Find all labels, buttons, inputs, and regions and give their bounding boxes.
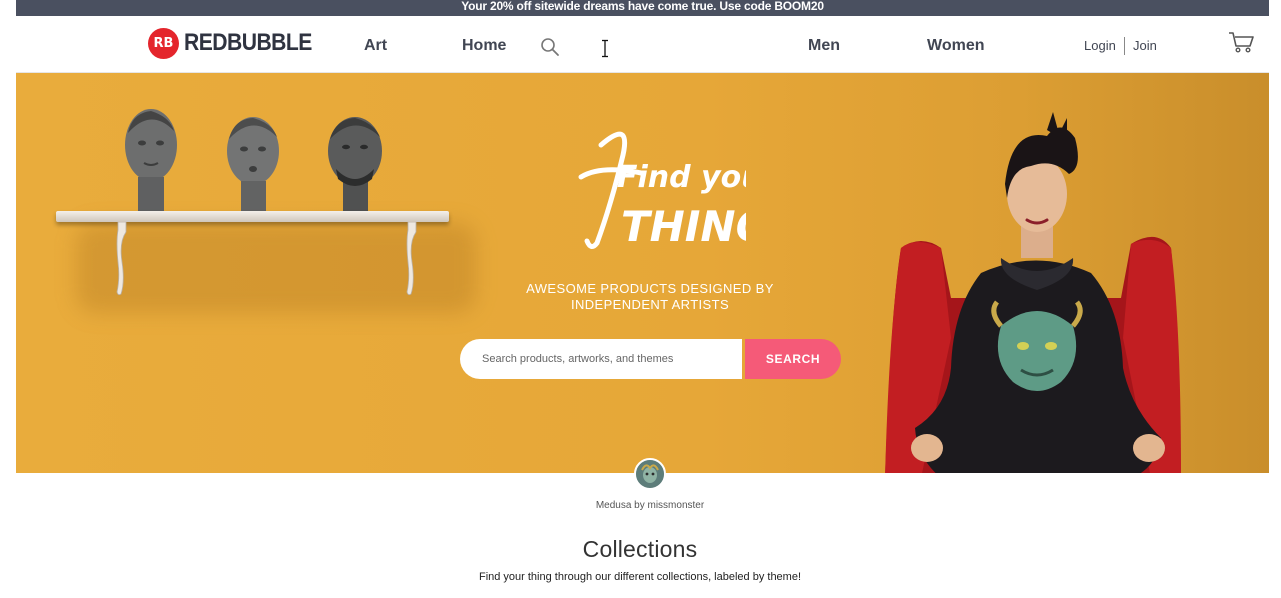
promo-highlight: 20% off <box>489 0 532 13</box>
artist-credit[interactable]: Medusa by missmonster <box>540 500 760 511</box>
promo-code: BOOM20 <box>774 0 824 13</box>
find-your-thing-headline: Find your THING <box>578 131 746 251</box>
promo-prefix: Your <box>461 0 487 13</box>
collections-title: Collections <box>582 536 698 562</box>
nav-art[interactable]: Art <box>364 37 387 55</box>
sculpture-head-1 <box>125 109 177 211</box>
shelf-bracket-right <box>406 222 417 296</box>
nav-women[interactable]: Women <box>927 37 984 55</box>
nav-men[interactable]: Men <box>808 37 840 55</box>
collections-subtitle: Find your thing through our different co… <box>478 571 802 583</box>
nav-home[interactable]: Home <box>462 37 506 55</box>
hero-search-input[interactable] <box>460 339 742 379</box>
logo-text: REDBUBBLE <box>184 29 312 56</box>
search-icon[interactable] <box>540 37 560 57</box>
join-link[interactable]: Join <box>1133 38 1157 53</box>
tagline-line2: INDEPENDENT ARTISTS <box>570 297 730 312</box>
logo-mark-icon: RB <box>148 27 179 59</box>
hero-banner: Find your THING AWESOME PRODUCTS DESIGNE… <box>16 73 1269 473</box>
cart-icon[interactable] <box>1228 31 1254 53</box>
sculpture-head-3 <box>328 117 382 215</box>
promo-banner: Your 20% off sitewide dreams have come t… <box>16 0 1269 16</box>
tagline-line1: AWESOME PRODUCTS DESIGNED BY <box>526 281 774 296</box>
site-header: RB REDBUBBLE Art Home Men Women Login Jo… <box>16 16 1269 73</box>
headline-line1: Find your <box>617 160 746 195</box>
artist-avatar[interactable] <box>634 458 666 490</box>
wall-shelf <box>56 211 449 222</box>
login-link[interactable]: Login <box>1084 38 1116 53</box>
hero-search-button[interactable]: SEARCH <box>745 339 841 379</box>
model-in-chair-image <box>885 112 1181 473</box>
auth-divider <box>1124 37 1125 55</box>
headline-line2: THING <box>621 202 746 251</box>
text-cursor-icon <box>602 39 608 58</box>
promo-middle: sitewide dreams have come true. Use code <box>534 0 772 13</box>
sculpture-head-2 <box>227 117 279 215</box>
shelf-bracket-left <box>116 222 127 296</box>
logo[interactable]: RB REDBUBBLE <box>148 27 329 59</box>
medusa-thumbnail-icon <box>636 460 664 488</box>
hero-tagline: AWESOME PRODUCTS DESIGNED BY INDEPENDENT… <box>486 281 814 313</box>
